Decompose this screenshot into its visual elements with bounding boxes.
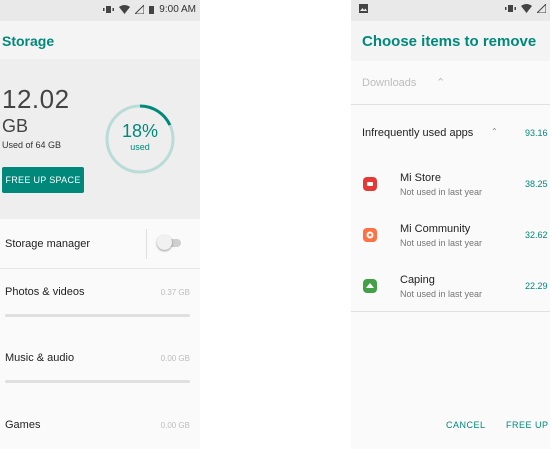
music-audio-label: Music & audio — [5, 352, 75, 364]
battery-icon — [149, 5, 155, 14]
signal-icon — [135, 5, 145, 14]
app-subtitle: Not used in last year — [400, 289, 483, 299]
app-bar: Storage — [0, 21, 200, 59]
app-name: Mi Community — [400, 223, 471, 235]
music-audio-bar — [5, 380, 190, 383]
games-label: Games — [5, 419, 41, 431]
divider — [351, 311, 550, 312]
free-up-button[interactable]: FREE UP 9 — [506, 420, 550, 430]
storage-summary: 12.02 GB Used of 64 GB FREE UP SPACE 18%… — [0, 59, 200, 219]
status-icons — [505, 4, 550, 13]
app-size: 22.29 — [525, 281, 548, 291]
infrequent-apps-label[interactable]: Infrequently used apps — [362, 127, 473, 139]
games-row[interactable]: Games 0.00 GB — [0, 395, 200, 449]
notification-icon — [359, 4, 368, 13]
games-size: 0.00 GB — [160, 421, 190, 430]
photos-videos-label: Photos & videos — [5, 286, 85, 298]
app-size: 32.62 — [525, 230, 548, 240]
percent-text: 18% — [121, 121, 159, 141]
caping-icon — [363, 279, 377, 293]
downloads-label[interactable]: Downloads — [362, 77, 416, 89]
used-of-text: Used of 64 GB — [2, 140, 62, 150]
status-icons: 9:00 AM — [103, 4, 196, 15]
mi-community-icon — [363, 228, 377, 242]
chevron-up-icon[interactable]: ⌃ — [491, 127, 498, 136]
signal-icon — [537, 4, 546, 13]
row-separator — [146, 229, 147, 259]
vibrate-icon — [103, 5, 115, 14]
status-bar — [351, 0, 550, 21]
usage-percent: 18% used — [103, 121, 177, 152]
app-subtitle: Not used in last year — [400, 187, 483, 197]
status-bar: 9:00 AM — [0, 0, 200, 21]
infrequent-apps-size: 93.16 — [525, 128, 548, 138]
app-name: Mi Store — [400, 172, 441, 184]
page-title: Choose items to remove — [362, 33, 537, 50]
cancel-button[interactable]: CANCEL — [446, 420, 486, 430]
app-subtitle: Not used in last year — [400, 238, 483, 248]
choose-items-screen: Choose items to remove Downloads ⌃ Infre… — [351, 0, 550, 449]
used-amount: 12.02 — [2, 84, 70, 114]
wifi-icon — [521, 4, 532, 13]
photos-videos-bar — [5, 314, 190, 317]
percent-label: used — [130, 142, 150, 152]
divider — [351, 104, 550, 105]
app-name: Caping — [400, 274, 435, 286]
vibrate-icon — [505, 4, 516, 13]
app-bar: Choose items to remove — [351, 21, 550, 61]
music-audio-row[interactable]: Music & audio 0.00 GB — [0, 330, 200, 394]
mi-store-icon — [363, 177, 377, 191]
clock-text: 9:00 AM — [159, 4, 196, 15]
chevron-up-icon[interactable]: ⌃ — [436, 76, 445, 89]
used-unit: GB — [2, 116, 29, 136]
free-up-space-button[interactable]: FREE UP SPACE — [2, 167, 84, 193]
photos-videos-row[interactable]: Photos & videos 0.37 GB — [0, 269, 200, 329]
photos-videos-size: 0.37 GB — [160, 288, 190, 297]
music-audio-size: 0.00 GB — [160, 354, 190, 363]
storage-manager-toggle[interactable] — [157, 235, 172, 250]
storage-screen: 9:00 AM Storage 12.02 GB Used of 64 GB F… — [0, 0, 200, 449]
app-size: 38.25 — [525, 179, 548, 189]
storage-manager-label: Storage manager — [5, 238, 90, 250]
page-title: Storage — [2, 33, 55, 49]
wifi-icon — [119, 5, 131, 14]
